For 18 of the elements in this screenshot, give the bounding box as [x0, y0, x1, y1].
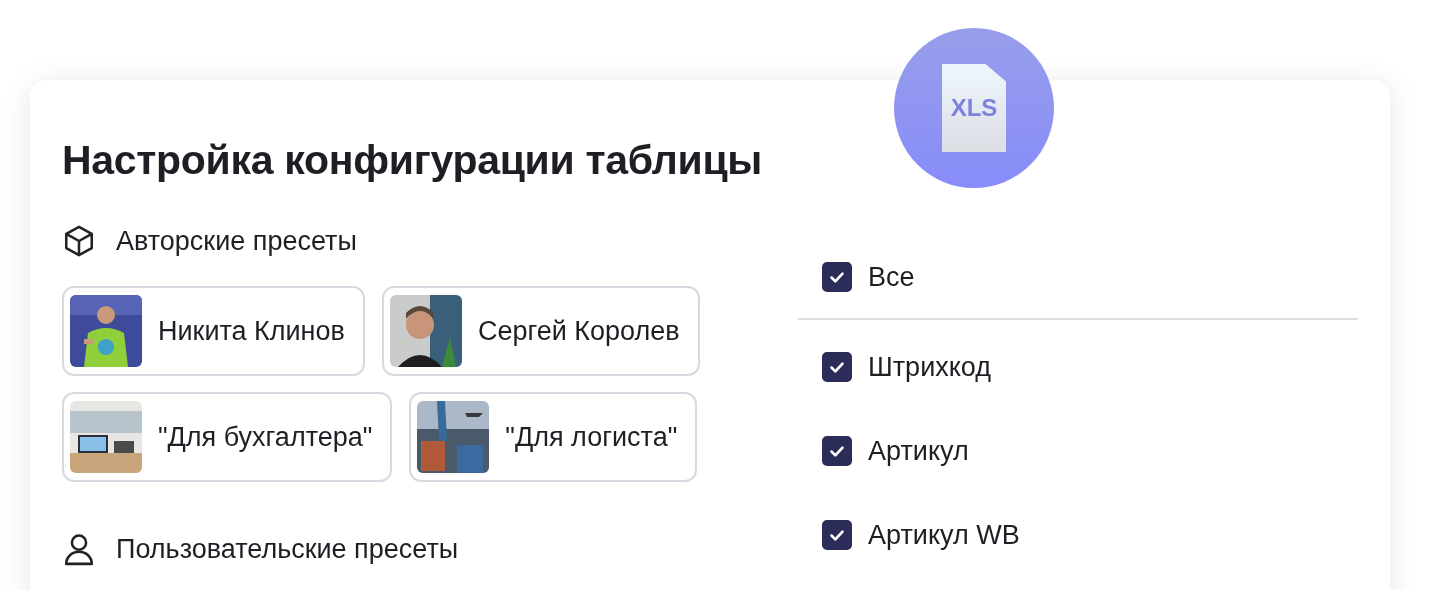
checkbox-label: Штрихкод	[868, 351, 991, 383]
preset-button[interactable]: Сергей Королев	[381, 286, 700, 376]
file-type-label: XLS	[950, 94, 998, 122]
user-icon	[62, 532, 96, 566]
preset-button[interactable]: "Для бухгалтера"	[62, 392, 393, 482]
section-title: Авторские пресеты	[116, 225, 357, 257]
checkbox[interactable]	[822, 520, 852, 550]
checkbox-label: Все	[868, 261, 915, 293]
section-title: Пользовательские пресеты	[116, 533, 459, 565]
dialog-title: Настройка конфигурации таблицы	[62, 138, 763, 182]
preset-button[interactable]: "Для логиста"	[409, 392, 698, 482]
checkbox[interactable]	[822, 262, 852, 292]
preset-button[interactable]: Никита Клинов	[62, 286, 365, 376]
cube-icon	[62, 224, 96, 258]
checkbox-label: Артикул	[868, 435, 969, 467]
checkbox-label: Артикул WB	[868, 519, 1020, 551]
checkbox[interactable]	[822, 352, 852, 382]
checkbox[interactable]	[822, 436, 852, 466]
